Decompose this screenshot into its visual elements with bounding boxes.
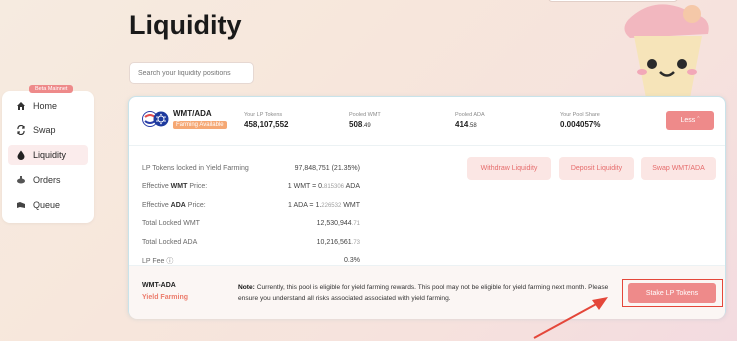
swap-pair-button[interactable]: Swap WMT/ADA (641, 157, 716, 180)
detail-row-effective-ada: Effective ADA Price: 1 ADA = 1.226532 WM… (142, 201, 360, 209)
beta-badge: Beta Mainnet (29, 85, 74, 93)
stat-pooled-wmt: Pooled WMT 508.49 (349, 112, 381, 129)
stat-label: Pooled ADA (455, 112, 485, 118)
position-details: LP Tokens locked in Yield Farming 97,848… (142, 159, 360, 270)
stat-pool-share: Your Pool Share 0.004057% (560, 112, 600, 129)
yield-farming-footer: WMT-ADA Yield Farming Note: Currently, t… (129, 265, 725, 319)
detail-row-effective-wmt: Effective WMT Price: 1 WMT = 0.815306 AD… (142, 183, 360, 191)
stat-value: 0.004057% (560, 120, 601, 129)
footer-pair: WMT-ADA (142, 282, 176, 289)
sidebar-item-liquidity[interactable]: Liquidity (8, 145, 88, 165)
footer-yield-farming-label: Yield Farming (142, 294, 189, 301)
orders-icon (16, 175, 26, 185)
sidebar-item-label: Home (33, 101, 58, 111)
sidebar-item-home[interactable]: Home (8, 96, 88, 116)
sidebar-item-label: Liquidity (33, 150, 67, 160)
detail-row-locked-ada: Total Locked ADA 10,216,561.73 (142, 238, 360, 246)
liquidity-drop-icon (16, 150, 26, 160)
token-pair-icon (142, 111, 169, 127)
mascot-illustration (624, 4, 709, 98)
queue-icon (16, 200, 26, 210)
sidebar-item-label: Swap (33, 125, 56, 135)
sidebar-item-swap[interactable]: Swap (8, 120, 88, 140)
detail-row-locked-wmt: Total Locked WMT 12,530,944.71 (142, 220, 360, 228)
stat-pooled-ada: Pooled ADA 414.58 (455, 112, 485, 129)
swap-icon (16, 125, 26, 135)
detail-row-lp-locked: LP Tokens locked in Yield Farming 97,848… (142, 164, 360, 172)
farming-available-badge: Farming Available (173, 121, 227, 129)
stake-highlight-box: Stake LP Tokens (622, 279, 723, 307)
sidebar-item-label: Orders (33, 175, 61, 185)
stat-value: 458,107,552 (244, 120, 289, 129)
less-button[interactable]: Less ˆ (666, 111, 714, 130)
stat-label: Pooled WMT (349, 112, 381, 118)
pair-name: WMT/ADA (173, 109, 212, 118)
sidebar-item-queue[interactable]: Queue (8, 195, 88, 215)
liquidity-position-card: WMT/ADA Farming Available Your LP Tokens… (128, 96, 726, 319)
search-input[interactable] (129, 62, 254, 84)
page-title: Liquidity (129, 10, 242, 40)
stat-lp-tokens: Your LP Tokens 458,107,552 (244, 112, 289, 129)
stat-label: Your LP Tokens (244, 112, 283, 118)
home-icon (16, 101, 26, 111)
sidebar-item-label: Queue (33, 200, 61, 210)
sidebar-item-orders[interactable]: Orders (8, 170, 88, 190)
sidebar: Beta Mainnet Home Swap Liquidity Orders … (2, 85, 94, 223)
deposit-liquidity-button[interactable]: Deposit Liquidity (559, 157, 634, 180)
withdraw-liquidity-button[interactable]: Withdraw Liquidity (467, 157, 551, 180)
info-icon[interactable]: ⓘ (166, 258, 173, 265)
divider (129, 145, 725, 146)
stake-lp-tokens-button[interactable]: Stake LP Tokens (628, 283, 716, 303)
stat-label: Your Pool Share (560, 112, 600, 118)
stat-value: 414.58 (455, 120, 477, 129)
stat-value: 508.49 (349, 120, 371, 129)
chevron-up-icon: ˆ (697, 117, 700, 124)
annotation-arrow-icon (533, 297, 608, 339)
position-header: WMT/ADA Farming Available Your LP Tokens… (129, 97, 725, 145)
